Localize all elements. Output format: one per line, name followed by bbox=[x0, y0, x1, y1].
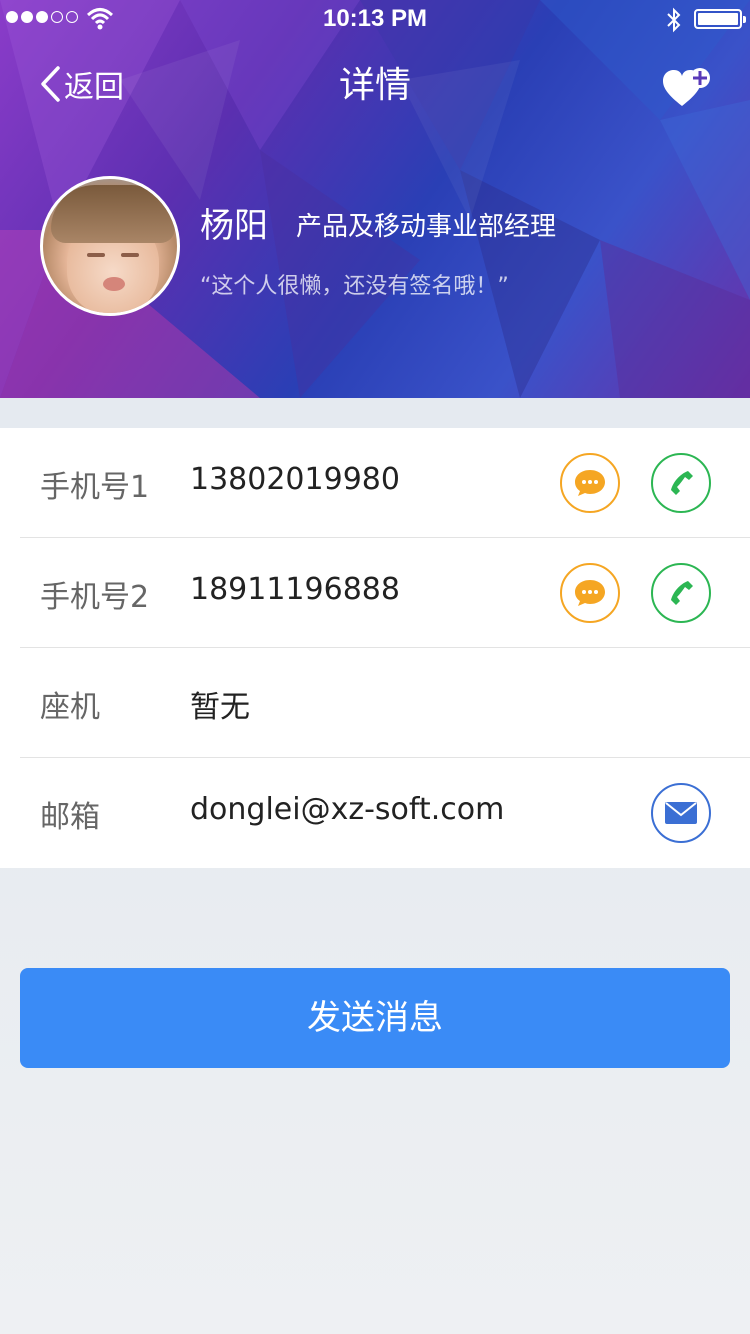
contact-label: 手机号1 bbox=[40, 470, 150, 505]
email-button[interactable] bbox=[651, 783, 711, 843]
sms-button[interactable] bbox=[560, 453, 620, 513]
heart-plus-icon[interactable] bbox=[660, 66, 712, 110]
contact-label: 手机号2 bbox=[40, 580, 150, 615]
call-button[interactable] bbox=[651, 563, 711, 623]
contact-value: 暂无 bbox=[190, 690, 250, 725]
send-message-button[interactable]: 发送消息 bbox=[20, 968, 730, 1068]
contact-value: 18911196888 bbox=[190, 572, 400, 607]
phone-icon bbox=[671, 581, 693, 605]
profile-header: 10:13 PM 返回 详情 杨阳 产品及移动事业部经理 “这个人很懒，还没有签… bbox=[0, 0, 750, 398]
chat-bubble-icon bbox=[575, 580, 605, 606]
profile-signature: “这个人很懒，还没有签名哦！” bbox=[200, 274, 509, 299]
battery-icon bbox=[694, 9, 746, 29]
contact-list: 手机号1 13802019980 手机号2 18911196888 座机 暂无 … bbox=[0, 428, 750, 868]
status-time: 10:13 PM bbox=[322, 5, 428, 32]
avatar[interactable] bbox=[40, 176, 180, 316]
mail-icon bbox=[665, 802, 697, 824]
phone-icon bbox=[671, 471, 693, 495]
contact-label: 邮箱 bbox=[40, 800, 100, 835]
contact-value: donglei@xz-soft.com bbox=[190, 792, 505, 827]
contact-row-email: 邮箱 donglei@xz-soft.com bbox=[20, 758, 750, 868]
bluetooth-icon bbox=[667, 7, 681, 33]
contact-row-mobile1: 手机号1 13802019980 bbox=[20, 428, 750, 538]
contact-label: 座机 bbox=[40, 690, 100, 725]
call-button[interactable] bbox=[651, 453, 711, 513]
profile-position: 产品及移动事业部经理 bbox=[296, 212, 557, 242]
contact-row-landline: 座机 暂无 bbox=[20, 648, 750, 758]
sms-button[interactable] bbox=[560, 563, 620, 623]
contact-value: 13802019980 bbox=[190, 462, 400, 497]
profile-name: 杨阳 bbox=[200, 206, 268, 246]
contact-row-mobile2: 手机号2 18911196888 bbox=[20, 538, 750, 648]
page-title: 详情 bbox=[338, 65, 411, 106]
status-bar: 10:13 PM bbox=[0, 0, 750, 40]
chat-bubble-icon bbox=[575, 470, 605, 496]
